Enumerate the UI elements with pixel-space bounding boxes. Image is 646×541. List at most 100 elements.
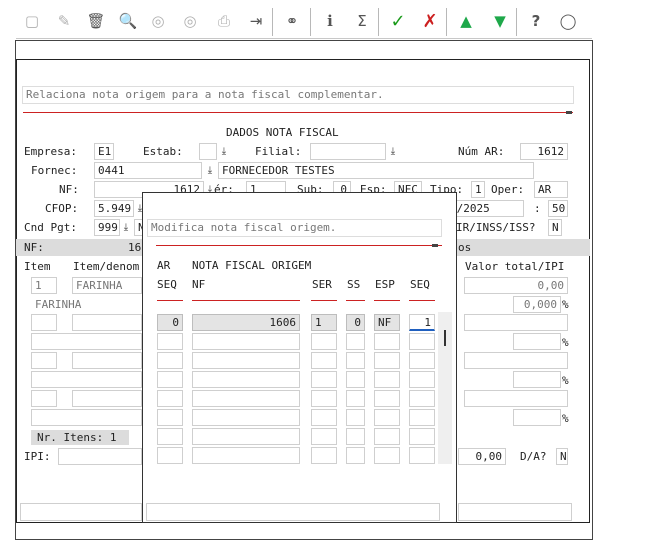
ipi-total-field[interactable]: 0,00 <box>458 448 506 465</box>
origem-seq2-field[interactable] <box>409 390 435 407</box>
estab-dropdown-icon[interactable]: ⤓ <box>218 144 230 159</box>
search-icon[interactable]: 🔍 <box>116 10 140 32</box>
origem-ss-field[interactable] <box>346 428 365 445</box>
origem-ss-field[interactable]: 0 <box>346 314 365 331</box>
item-ipi[interactable] <box>513 333 561 350</box>
help-icon[interactable]: ? <box>524 10 548 32</box>
item-code[interactable] <box>72 390 142 407</box>
ipi-field[interactable] <box>58 448 142 465</box>
origem-ss-field[interactable] <box>346 333 365 350</box>
origem-ser-field[interactable] <box>311 352 337 369</box>
origem-nf-field[interactable] <box>192 409 300 426</box>
ir-inss-iss-field[interactable]: N <box>548 219 562 236</box>
item-ipi[interactable] <box>513 409 561 426</box>
item-description[interactable] <box>31 371 142 388</box>
cnd-pgt-field[interactable]: 999 <box>94 219 120 236</box>
origem-nf-field[interactable] <box>192 390 300 407</box>
origem-seq-field[interactable]: 0 <box>157 314 183 331</box>
origem-ser-field[interactable] <box>311 409 337 426</box>
origem-ser-field[interactable] <box>311 390 337 407</box>
origem-ss-field[interactable] <box>346 371 365 388</box>
item-total[interactable]: 0,00 <box>464 277 568 294</box>
info-icon[interactable]: i <box>318 10 342 32</box>
cfop-field[interactable]: 5.949 <box>94 200 134 217</box>
origem-ser-field[interactable] <box>311 428 337 445</box>
item-number[interactable] <box>31 314 57 331</box>
new-icon[interactable]: ▢ <box>20 10 44 32</box>
origem-seq2-field[interactable]: 1 <box>409 314 435 331</box>
item-description[interactable] <box>31 333 142 350</box>
item-description[interactable] <box>31 409 142 426</box>
item-number[interactable] <box>31 352 57 369</box>
da-field[interactable]: N <box>556 448 568 465</box>
origem-ss-field[interactable] <box>346 409 365 426</box>
move-up-icon[interactable]: ▲ <box>454 10 478 32</box>
item-total[interactable] <box>464 314 568 331</box>
item-code[interactable] <box>72 352 142 369</box>
origem-seq-field[interactable] <box>157 428 183 445</box>
cnd-pgt-dropdown-icon[interactable]: ⤓ <box>120 220 132 235</box>
origem-ss-field[interactable] <box>346 390 365 407</box>
edit-icon[interactable]: ✎ <box>52 10 76 32</box>
origem-seq-field[interactable] <box>157 409 183 426</box>
move-down-icon[interactable]: ▼ <box>488 10 512 32</box>
origem-nf-field[interactable] <box>192 447 300 464</box>
fornec-dropdown-icon[interactable]: ⤓ <box>204 163 216 178</box>
chat-icon[interactable]: ◯ <box>556 10 580 32</box>
origem-ss-field[interactable] <box>346 352 365 369</box>
delete-icon[interactable]: 🗑 <box>84 10 108 32</box>
num-ar-field[interactable]: 1612 <box>520 143 568 160</box>
tipo-field[interactable]: 1 <box>471 181 485 198</box>
exit-icon[interactable]: ⇥ <box>244 10 268 32</box>
origem-esp-field[interactable] <box>374 390 400 407</box>
next-icon[interactable]: ◎ <box>178 10 202 32</box>
origem-seq-field[interactable] <box>157 390 183 407</box>
print-icon[interactable]: ⎙ <box>212 10 236 32</box>
filial-field[interactable] <box>310 143 386 160</box>
item-code[interactable] <box>72 314 142 331</box>
origem-esp-field[interactable]: NF <box>374 314 400 331</box>
origem-seq-field[interactable] <box>157 352 183 369</box>
origem-seq2-field[interactable] <box>409 447 435 464</box>
item-code[interactable]: FARINHA <box>72 277 142 294</box>
cancel-icon[interactable]: ✗ <box>418 10 442 32</box>
origem-seq-field[interactable] <box>157 371 183 388</box>
previous-icon[interactable]: ◎ <box>146 10 170 32</box>
date-right-field[interactable]: 50 <box>548 200 568 217</box>
item-number[interactable]: 1 <box>31 277 57 294</box>
origem-ser-field[interactable] <box>311 371 337 388</box>
sigma-icon[interactable]: Σ <box>350 10 374 32</box>
origem-esp-field[interactable] <box>374 428 400 445</box>
origem-ser-field[interactable] <box>311 447 337 464</box>
date-field[interactable]: 0/2025 <box>446 200 524 217</box>
fornec-code-field[interactable]: 0441 <box>94 162 202 179</box>
origem-nf-field[interactable]: 1606 <box>192 314 300 331</box>
empresa-field[interactable]: E1 <box>94 143 114 160</box>
origem-nf-field[interactable] <box>192 428 300 445</box>
confirm-icon[interactable]: ✓ <box>386 10 410 32</box>
origem-seq-field[interactable] <box>157 333 183 350</box>
item-total[interactable] <box>464 390 568 407</box>
item-ipi[interactable] <box>513 371 561 388</box>
origem-esp-field[interactable] <box>374 333 400 350</box>
origem-ser-field[interactable] <box>311 333 337 350</box>
item-ipi[interactable]: 0,000 <box>513 296 561 313</box>
origem-ss-field[interactable] <box>346 447 365 464</box>
item-total[interactable] <box>464 352 568 369</box>
origem-nf-field[interactable] <box>192 371 300 388</box>
item-number[interactable] <box>31 390 57 407</box>
modal-scroll-thumb[interactable] <box>444 330 446 346</box>
estab-field[interactable] <box>199 143 217 160</box>
origem-seq2-field[interactable] <box>409 371 435 388</box>
origem-esp-field[interactable] <box>374 447 400 464</box>
origem-esp-field[interactable] <box>374 371 400 388</box>
binoculars-icon[interactable]: ⚭ <box>280 10 304 32</box>
origem-esp-field[interactable] <box>374 352 400 369</box>
origem-nf-field[interactable] <box>192 333 300 350</box>
origem-esp-field[interactable] <box>374 409 400 426</box>
oper-field[interactable]: AR <box>534 181 568 198</box>
origem-seq2-field[interactable] <box>409 333 435 350</box>
origem-seq-field[interactable] <box>157 447 183 464</box>
origem-ser-field[interactable]: 1 <box>311 314 337 331</box>
origem-nf-field[interactable] <box>192 352 300 369</box>
